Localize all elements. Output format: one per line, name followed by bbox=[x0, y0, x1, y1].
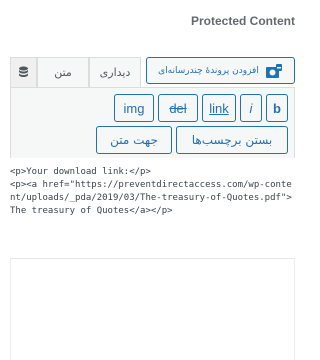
add-media-label: افزودن پروندهٔ چندرسانه‌ای bbox=[158, 65, 259, 76]
italic-button[interactable]: i bbox=[240, 94, 262, 122]
bold-button[interactable]: b bbox=[266, 94, 288, 122]
media-icon bbox=[265, 63, 282, 78]
add-media-button[interactable]: افزودن پروندهٔ چندرسانه‌ای bbox=[146, 57, 295, 84]
tab-text[interactable]: متن bbox=[37, 57, 89, 87]
editor-border-right bbox=[294, 258, 295, 360]
text-direction-button[interactable]: جهت متن bbox=[96, 126, 172, 154]
editor-divider bbox=[10, 258, 295, 259]
editor-border-left bbox=[10, 258, 11, 360]
link-button[interactable]: link bbox=[202, 94, 236, 122]
editor-area[interactable]: <p>Your download link:</p> <p><a href="h… bbox=[0, 158, 305, 360]
quicktags-toolbar: b i link del img بستن برچسب‌ها جهت متن bbox=[10, 87, 295, 158]
page-title: Protected Content bbox=[190, 14, 295, 28]
editor-tabs: متن دیداری افزودن پروندهٔ چندرسانه‌ای bbox=[10, 57, 295, 87]
tab-visual[interactable]: دیداری bbox=[89, 57, 141, 87]
close-tags-button[interactable]: بستن برچسب‌ها bbox=[176, 126, 288, 154]
image-button[interactable]: img bbox=[114, 94, 154, 122]
database-icon bbox=[19, 66, 28, 77]
database-tab[interactable] bbox=[10, 57, 37, 87]
editor-content[interactable]: <p>Your download link:</p> <p><a href="h… bbox=[10, 166, 295, 218]
delete-button[interactable]: del bbox=[158, 94, 198, 122]
